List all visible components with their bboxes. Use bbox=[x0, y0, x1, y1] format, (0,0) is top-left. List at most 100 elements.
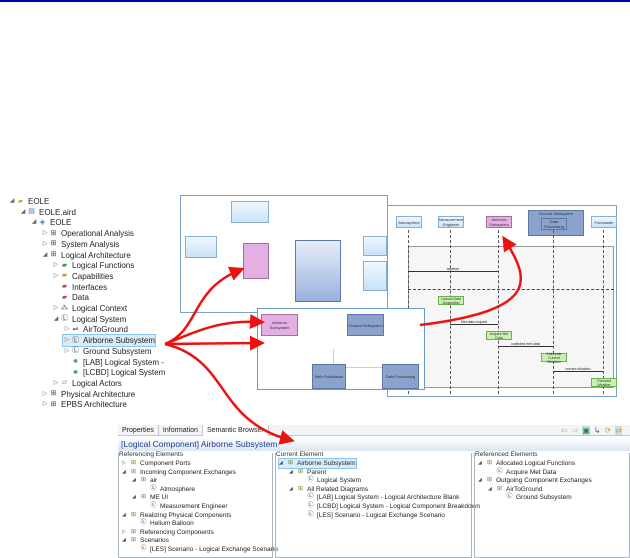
tree-item-label: EPBS Architecture bbox=[61, 400, 127, 410]
message-arrow: current situation bbox=[553, 367, 603, 372]
expand-toggle-icon[interactable]: ◢ bbox=[478, 459, 486, 468]
link-icon[interactable]: ↳ bbox=[594, 426, 601, 435]
tree-item[interactable]: ♣ [LCBD] Logical System bbox=[63, 367, 165, 378]
expand-toggle-icon[interactable]: ▷ bbox=[41, 239, 49, 250]
expand-toggle-icon[interactable]: ◢ bbox=[289, 468, 297, 477]
tab-properties[interactable]: Properties bbox=[118, 424, 159, 436]
tree-item[interactable]: ◢ ⊞ Logical Architecture bbox=[41, 250, 131, 261]
category-icon: ⊞ bbox=[130, 511, 137, 518]
forward-icon[interactable]: ⇨ bbox=[572, 426, 579, 435]
lifeline bbox=[498, 230, 499, 394]
expand-toggle-icon[interactable]: ▷ bbox=[41, 228, 49, 239]
message-arrow: weather bbox=[408, 267, 498, 272]
tree-item[interactable]: ◢ ◈ EOLE bbox=[30, 217, 72, 228]
expand-toggle-icon[interactable]: ◢ bbox=[289, 485, 297, 494]
diagram-icon[interactable]: ▣ bbox=[582, 425, 590, 435]
refresh-icon[interactable]: ⟳ bbox=[605, 426, 612, 435]
expand-toggle-icon[interactable]: ▷ bbox=[52, 303, 60, 314]
browser-item[interactable]: Ⓛ [LES] Scenario - Logical Exchange Scena… bbox=[132, 545, 278, 554]
tree-item[interactable]: ▷ ⊞ Operational Analysis bbox=[41, 228, 134, 239]
expand-toggle-icon[interactable]: ◢ bbox=[52, 314, 60, 325]
red-folder-icon: ▰ bbox=[61, 293, 68, 301]
tree-item-label: EOLE bbox=[50, 218, 72, 228]
browser-item-label: [LES] Scenario - Logical Exchange Scenar… bbox=[150, 546, 278, 553]
tree-item-label: Capabilities bbox=[72, 271, 114, 281]
element-icon: Ⓛ bbox=[307, 511, 314, 518]
category-icon: ⊞ bbox=[140, 494, 147, 501]
expand-toggle-icon[interactable]: ▷ bbox=[63, 346, 71, 357]
tree-item[interactable]: ♣ [LAB] Logical System - bbox=[63, 357, 164, 368]
expand-toggle-icon[interactable]: ▷ bbox=[52, 271, 60, 282]
expand-toggle-icon[interactable]: ◢ bbox=[41, 250, 49, 261]
tree-item[interactable]: ◢ ▰ EOLE bbox=[8, 196, 50, 207]
browser-item[interactable]: Ⓛ [LES] Scenario - Logical Exchange Scena… bbox=[299, 511, 444, 520]
expand-toggle-icon[interactable]: ◢ bbox=[488, 485, 496, 494]
expand-toggle-icon[interactable]: ◢ bbox=[8, 196, 16, 207]
tree-item[interactable]: ▷ ⁂ Logical Context bbox=[52, 303, 127, 314]
expand-toggle-icon[interactable]: ◢ bbox=[30, 217, 38, 228]
expand-toggle-icon[interactable]: ◢ bbox=[122, 511, 130, 520]
expand-toggle-icon[interactable]: ▷ bbox=[63, 335, 71, 346]
tree-item[interactable]: ▷ Ⓛ Ground Subsystem bbox=[63, 346, 152, 357]
tree-item-label: Logical Context bbox=[72, 304, 128, 313]
element-icon: Ⓛ bbox=[496, 468, 503, 475]
expand-toggle-icon[interactable]: ◢ bbox=[19, 207, 27, 218]
element-icon: Ⓛ bbox=[140, 520, 147, 527]
model-icon: ◈ bbox=[39, 218, 46, 226]
logical-component-icon: Ⓛ bbox=[72, 347, 79, 355]
category-icon: ⊞ bbox=[486, 477, 493, 484]
expand-toggle-icon[interactable]: ▷ bbox=[52, 378, 60, 389]
semantic-browser-panel: Properties Information Semantic Browser … bbox=[118, 424, 630, 558]
package-icon: ⊞ bbox=[50, 251, 57, 258]
tab-semantic-browser[interactable]: Semantic Browser bbox=[202, 424, 269, 436]
tree-item[interactable]: ◢ Ⓛ Logical System bbox=[52, 314, 127, 325]
tree-item-label: [LAB] Logical System - bbox=[83, 357, 164, 367]
tree-item-label: System Analysis bbox=[61, 239, 120, 249]
message-label: weather bbox=[446, 267, 460, 271]
tree-item[interactable]: ▷ ⇌ AirToGround bbox=[63, 324, 128, 335]
element-icon: Ⓛ bbox=[307, 494, 314, 501]
expand-toggle-icon[interactable]: ◢ bbox=[478, 476, 486, 485]
tree-item[interactable]: ▷ ▰ Capabilities bbox=[52, 271, 114, 282]
tree-item-label: [LCBD] Logical System bbox=[83, 368, 166, 378]
browser-item[interactable]: Ⓛ Ground Subsystem bbox=[498, 493, 571, 502]
expand-toggle-icon[interactable]: ◢ bbox=[132, 493, 140, 502]
tree-item[interactable]: ▰ Interfaces bbox=[52, 282, 107, 293]
category-icon: ⊞ bbox=[130, 537, 137, 544]
package-icon: ⊞ bbox=[50, 240, 57, 248]
element-icon: Ⓛ bbox=[150, 485, 157, 492]
category-icon: ⊞ bbox=[130, 460, 137, 466]
back-icon[interactable]: ⇦ bbox=[561, 426, 568, 435]
expand-toggle-icon[interactable]: ◢ bbox=[132, 476, 140, 485]
expand-toggle-icon[interactable]: ▷ bbox=[41, 399, 49, 410]
tree-item[interactable]: ▷ ⊞ Physical Architecture bbox=[41, 389, 136, 400]
expand-toggle-icon[interactable]: ◢ bbox=[122, 536, 130, 545]
expand-toggle-icon[interactable]: ▷ bbox=[63, 324, 71, 335]
expand-toggle-icon[interactable]: ▷ bbox=[41, 389, 49, 400]
tree-item-label: EOLE.aird bbox=[39, 207, 76, 217]
tree-item[interactable]: ▷ Ⓛ Airborne Subsystem bbox=[61, 334, 157, 348]
function-box: Launch Data Acquisition bbox=[438, 296, 464, 305]
expand-toggle-icon[interactable]: ◢ bbox=[279, 459, 287, 468]
tab-information[interactable]: Information bbox=[159, 424, 203, 436]
tree-item-label: Logical Actors bbox=[72, 378, 122, 388]
expand-toggle-icon[interactable]: ▷ bbox=[52, 260, 60, 271]
sync-icon[interactable]: ⇄ bbox=[615, 425, 622, 435]
tree-item[interactable]: ▷ ▱ Logical Actors bbox=[52, 378, 122, 389]
project-folder-icon: ▰ bbox=[17, 197, 24, 205]
element-icon: Ⓛ bbox=[140, 546, 147, 552]
referencing-elements-column[interactable]: Referencing Elements ▷ ⊞ Component Ports ◢ ⊞ I… bbox=[118, 451, 278, 558]
actor-block bbox=[231, 201, 269, 223]
airborne-subsystem-node: Airborne Subsystem bbox=[261, 314, 298, 336]
current-element-column[interactable]: Current Element ◢ ⊞ Airborne Subsystem ◢ ⊞ Par… bbox=[275, 451, 480, 558]
expand-toggle-icon[interactable]: ◢ bbox=[122, 468, 130, 477]
tree-item[interactable]: ▷ ⊞ System Analysis bbox=[41, 239, 120, 250]
referenced-elements-column[interactable]: Referenced Elements ◢ ⊞ Allocated Logical F… bbox=[474, 451, 630, 558]
tree-item[interactable]: ▷ ▰ Logical Functions bbox=[52, 260, 135, 271]
tree-item[interactable]: ◢ ▤ EOLE.aird bbox=[19, 207, 76, 218]
lifeline bbox=[450, 230, 451, 394]
logical-component-icon: Ⓛ bbox=[61, 315, 68, 323]
web-publication-node: Web Publication bbox=[312, 364, 346, 389]
tree-item[interactable]: ▷ ⊞ EPBS Architecture bbox=[41, 399, 127, 410]
tree-item[interactable]: ▰ Data bbox=[52, 292, 89, 303]
